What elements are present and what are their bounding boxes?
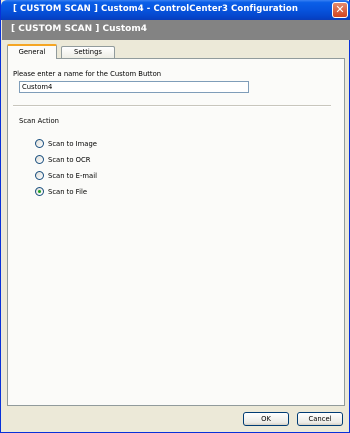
tab-panel-general: [7, 58, 345, 406]
title-bar[interactable]: [ CUSTOM SCAN ] Custom4 - ControlCenter3…: [1, 0, 350, 20]
close-button[interactable]: ✕: [332, 2, 348, 18]
radio-label[interactable]: Scan to Image: [48, 139, 97, 149]
radio-label[interactable]: Scan to File: [48, 187, 87, 197]
scan-action-label: Scan Action: [19, 117, 59, 125]
tab-general[interactable]: General: [7, 44, 57, 59]
radio-selected-dot: [38, 190, 41, 193]
window-title: [ CUSTOM SCAN ] Custom4 - ControlCenter3…: [13, 4, 299, 14]
button-name-label: Please enter a name for the Custom Butto…: [13, 70, 162, 78]
radio-label[interactable]: Scan to E-mail: [48, 171, 97, 181]
radio-button[interactable]: [35, 139, 44, 148]
banner-text: [ CUSTOM SCAN ] Custom4: [11, 24, 147, 34]
cancel-button[interactable]: Cancel: [297, 412, 343, 426]
radio-label[interactable]: Scan to OCR: [48, 155, 91, 165]
separator: [13, 105, 331, 107]
button-name-input[interactable]: [19, 81, 249, 93]
tab-settings[interactable]: Settings: [61, 46, 115, 58]
dialog-window: [ CUSTOM SCAN ] Custom4 - ControlCenter3…: [0, 0, 350, 433]
radio-button[interactable]: [35, 171, 44, 180]
radio-button-selected[interactable]: [35, 187, 44, 196]
header-banner: [ CUSTOM SCAN ] Custom4: [2, 20, 350, 40]
ok-button[interactable]: OK: [243, 412, 289, 426]
close-icon: ✕: [335, 3, 345, 16]
radio-button[interactable]: [35, 155, 44, 164]
